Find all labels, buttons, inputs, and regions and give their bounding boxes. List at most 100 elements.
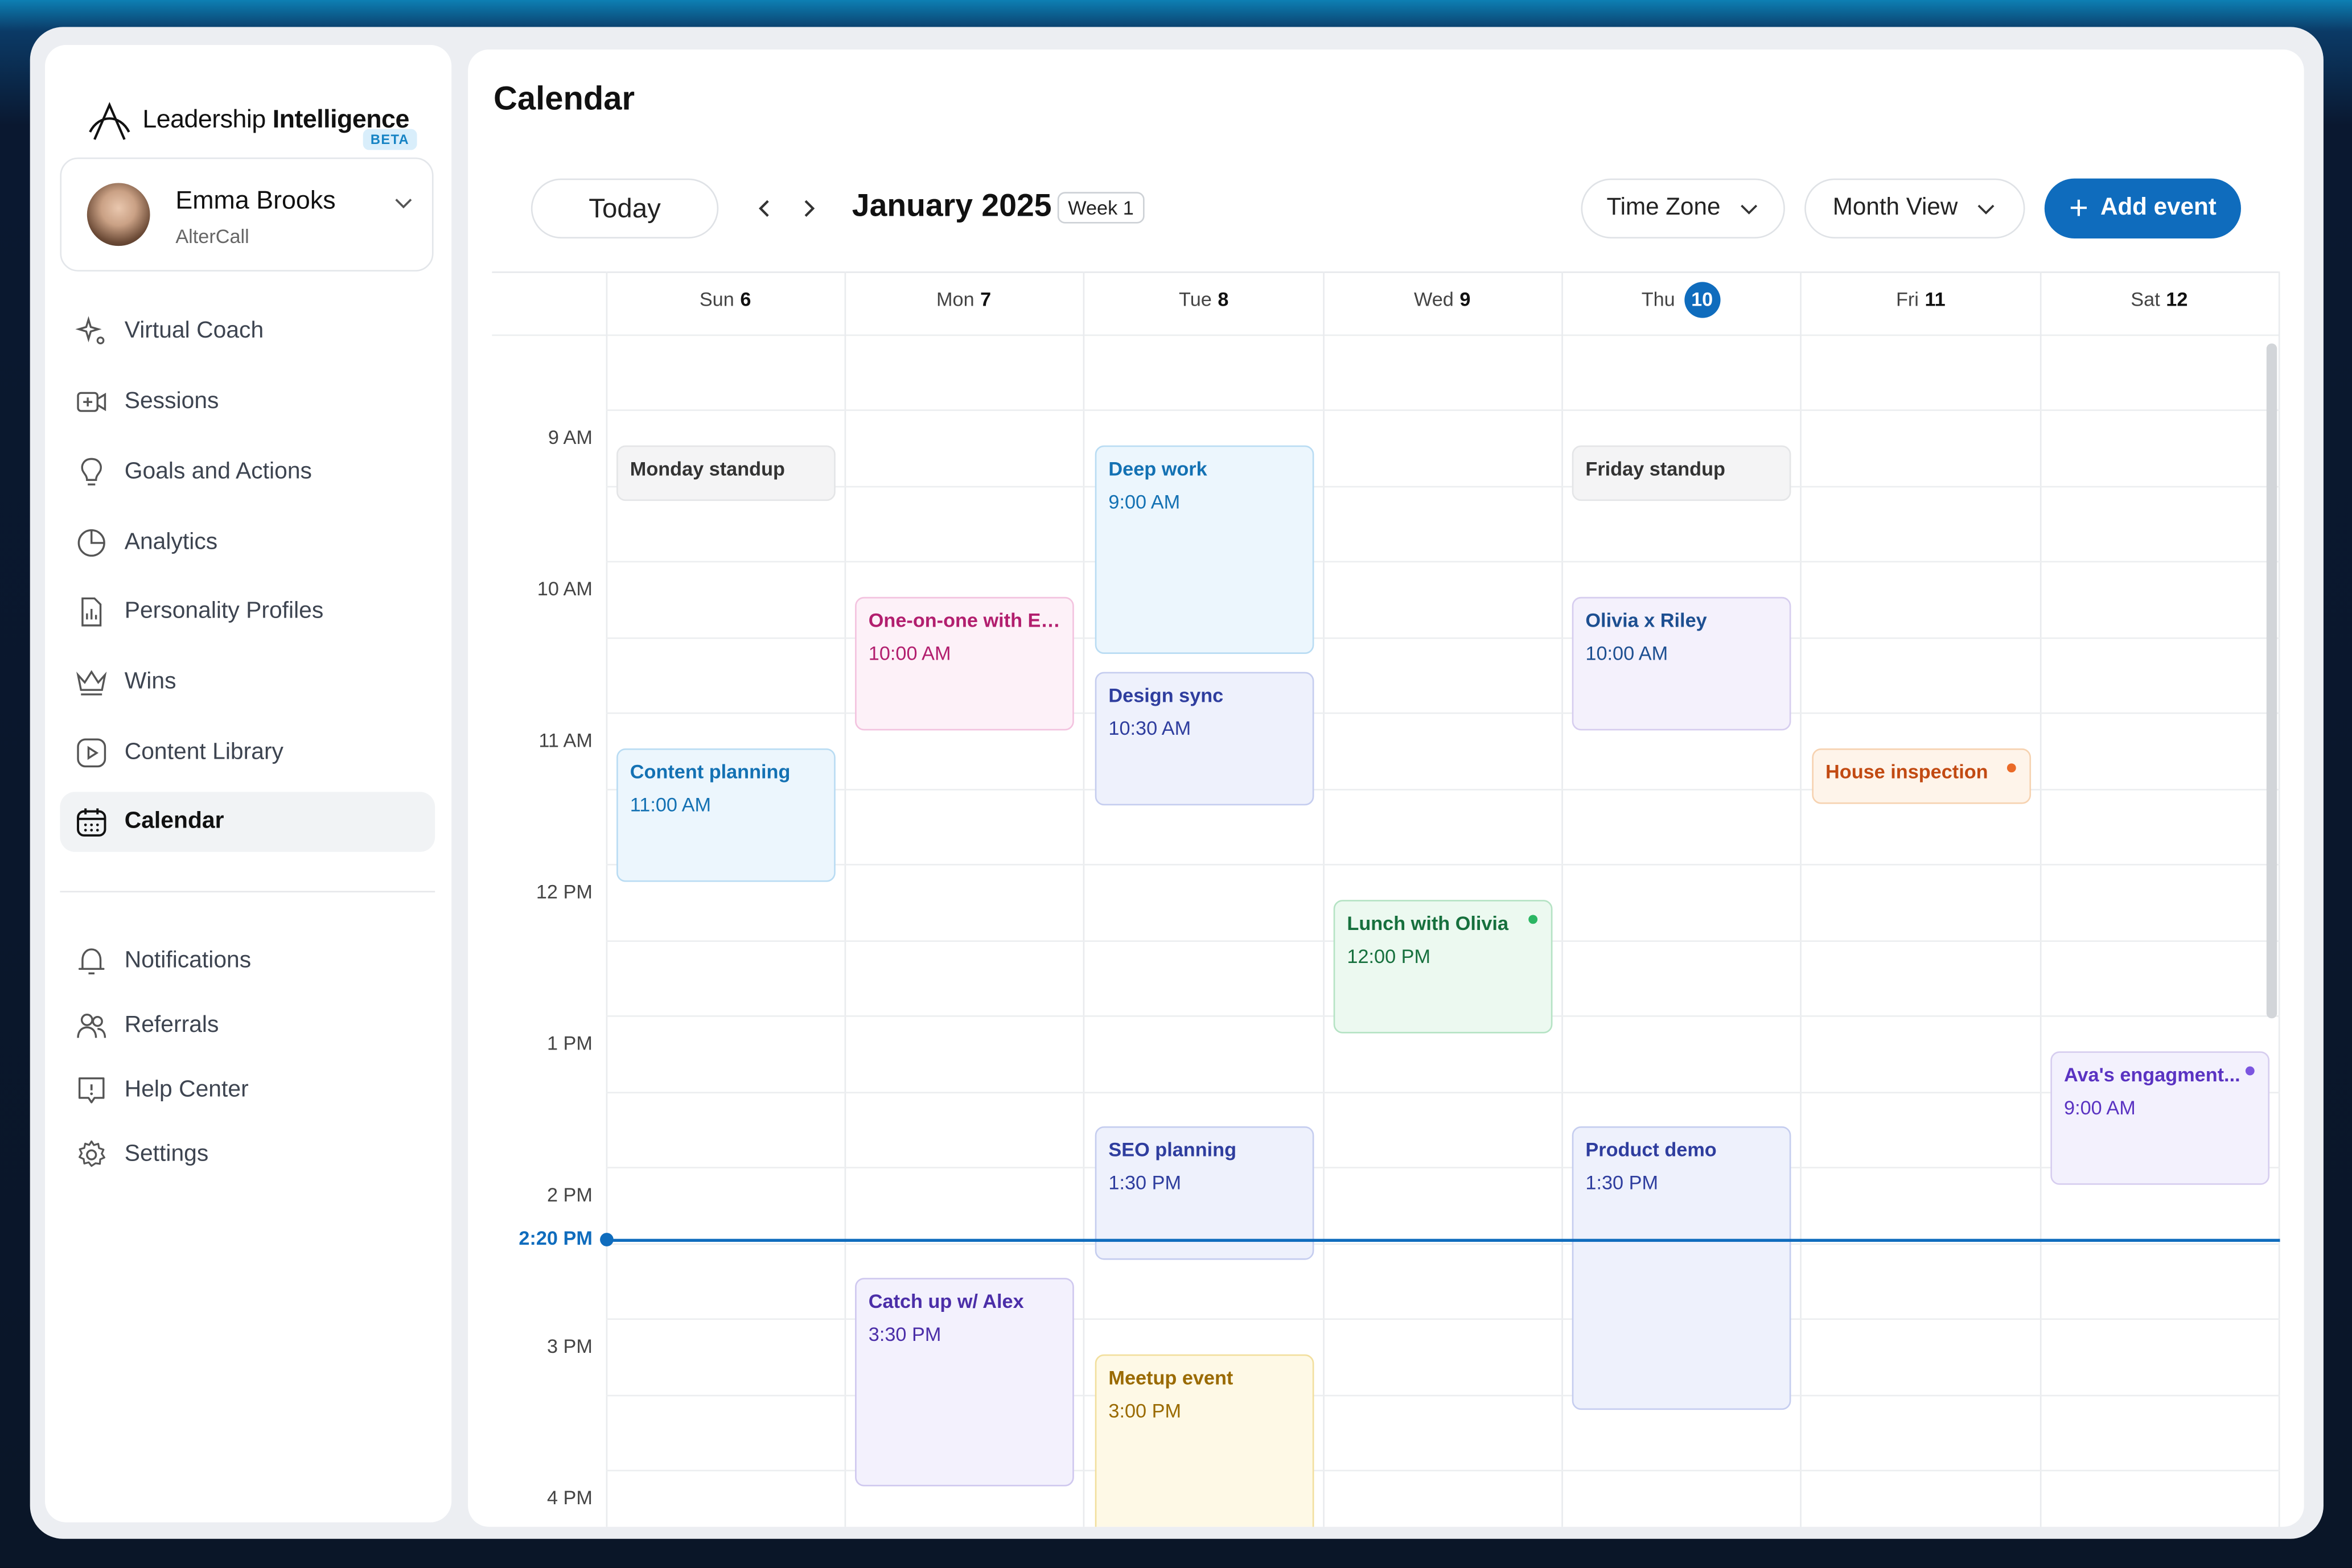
bell-icon [75,945,108,978]
grid-line [844,271,846,1527]
scrollbar[interactable] [2266,343,2277,1019]
app-logo[interactable]: Leadership Intelligence [85,96,409,144]
report-icon [75,595,108,628]
day-header-fri[interactable]: Fri 11 [1802,288,2040,311]
chevron-left-icon[interactable] [753,196,777,220]
profile-name: Emma Brooks [175,186,336,215]
event-one-on-one-with-eva[interactable]: One-on-one with Eva 10:00 AM [855,596,1074,731]
time-zone-dropdown[interactable]: Time Zone [1581,178,1785,238]
day-header-sat[interactable]: Sat 12 [2040,288,2279,311]
grid-line [2040,271,2042,1527]
event-meetup-event[interactable]: Meetup event 3:00 PM [1095,1354,1314,1527]
sidebar-item-settings[interactable]: Settings [60,1125,435,1184]
grid-line [492,334,2280,336]
week-badge: Week 1 [1057,192,1145,224]
day-header-thu[interactable]: Thu 10 [1561,282,1800,318]
lightbulb-icon [75,456,108,489]
hour-label: 4 PM [546,1486,593,1509]
sidebar-item-label: Referrals [124,1012,219,1038]
sidebar: Leadership Intelligence BETA Emma Brooks… [45,45,452,1522]
status-dot [1528,915,1538,924]
grid-line [606,409,2280,411]
sidebar-item-label: Calendar [124,808,224,834]
sidebar-item-virtual-coach[interactable]: Virtual Coach [60,302,435,361]
day-header-wed[interactable]: Wed 9 [1323,288,1561,311]
current-time-dot [600,1233,614,1246]
hour-label: 12 PM [536,880,593,903]
chevron-down-icon [1740,204,1757,215]
main-panel: Calendar Today January 2025 Week 1 Time … [468,49,2304,1527]
event-deep-work[interactable]: Deep work 9:00 AM [1095,445,1314,654]
grid-line [606,1092,2280,1094]
day-header-sun[interactable]: Sun 6 [606,288,845,311]
event-lunch-with-olivia[interactable]: Lunch with Olivia 12:00 PM [1333,900,1553,1034]
sidebar-item-help-center[interactable]: Help Center [60,1060,435,1120]
event-product-demo[interactable]: Product demo 1:30 PM [1572,1126,1791,1410]
add-event-label: Add event [2100,195,2217,221]
plus-icon: + [2069,189,2088,227]
sidebar-item-label: Help Center [124,1077,249,1102]
sidebar-item-label: Virtual Coach [124,318,264,344]
page-title: Calendar [493,79,635,117]
hour-label: 2 PM [546,1183,593,1206]
chevron-down-icon [1977,204,1995,215]
grid-line [1323,271,1325,1527]
sidebar-item-calendar[interactable]: Calendar [60,792,435,852]
play-icon [75,736,108,769]
view-dropdown[interactable]: Month View [1804,178,2025,238]
sidebar-item-label: Wins [124,669,176,695]
sidebar-divider [60,891,435,892]
grid-line [492,271,2280,273]
sparkle-icon [75,315,108,348]
current-time-label: 2:20 PM [519,1227,593,1250]
users-icon [75,1009,108,1042]
calendar-icon [75,805,108,838]
hour-label: 11 AM [538,729,593,752]
grid-line [1561,271,1563,1527]
sidebar-item-sessions[interactable]: Sessions [60,372,435,432]
event-monday-standup[interactable]: Monday standup [616,445,836,501]
event-content-planning[interactable]: Content planning 11:00 AM [616,748,836,882]
status-dot [2245,1066,2255,1076]
sidebar-item-content-library[interactable]: Content Library [60,723,435,783]
sidebar-item-notifications[interactable]: Notifications [60,931,435,991]
grid-line [606,485,2280,488]
grid-line [606,561,2280,563]
sidebar-item-label: Notifications [124,948,252,974]
sidebar-item-analytics[interactable]: Analytics [60,513,435,573]
sidebar-item-label: Analytics [124,529,218,555]
chevron-right-icon[interactable] [796,196,820,220]
day-header-tue[interactable]: Tue 8 [1084,288,1323,311]
event-avas-engagement[interactable]: Ava's engagment... 9:00 AM [2050,1051,2270,1185]
avatar [87,183,150,246]
sidebar-item-label: Goals and Actions [124,459,312,485]
current-month: January 2025 [852,189,1052,224]
sidebar-item-label: Settings [124,1141,209,1167]
week-calendar: Sun 6 Mon 7 Tue 8 Wed 9 Thu 10 Fri 11 Sat 12 9 … [492,271,2280,1527]
event-house-inspection[interactable]: House inspection [1812,748,2032,804]
profile-switcher[interactable]: Emma Brooks AlterCall [60,157,434,271]
today-button[interactable]: Today [531,178,719,238]
day-header-mon[interactable]: Mon 7 [845,288,1083,311]
grid-line [606,1243,2280,1245]
event-friday-standup[interactable]: Friday standup [1572,445,1791,501]
add-event-button[interactable]: + Add event [2044,178,2241,238]
status-dot [2006,763,2016,773]
grid-line [606,271,608,1527]
pie-chart-icon [75,526,108,559]
event-olivia-x-riley[interactable]: Olivia x Riley 10:00 AM [1572,596,1791,731]
event-design-sync[interactable]: Design sync 10:30 AM [1095,672,1314,806]
sidebar-item-personality-profiles[interactable]: Personality Profiles [60,582,435,641]
hour-label: 9 AM [548,426,593,448]
event-catch-up-with-alex[interactable]: Catch up w/ Alex 3:30 PM [855,1278,1074,1487]
help-icon [75,1074,108,1107]
sidebar-item-wins[interactable]: Wins [60,652,435,712]
crown-icon [75,666,108,699]
sidebar-item-referrals[interactable]: Referrals [60,996,435,1056]
sidebar-item-label: Personality Profiles [124,598,324,624]
grid-line [1083,271,1085,1527]
gear-icon [75,1138,108,1171]
video-icon [75,385,108,418]
beta-badge: BETA [363,129,417,150]
sidebar-item-goals-and-actions[interactable]: Goals and Actions [60,442,435,502]
